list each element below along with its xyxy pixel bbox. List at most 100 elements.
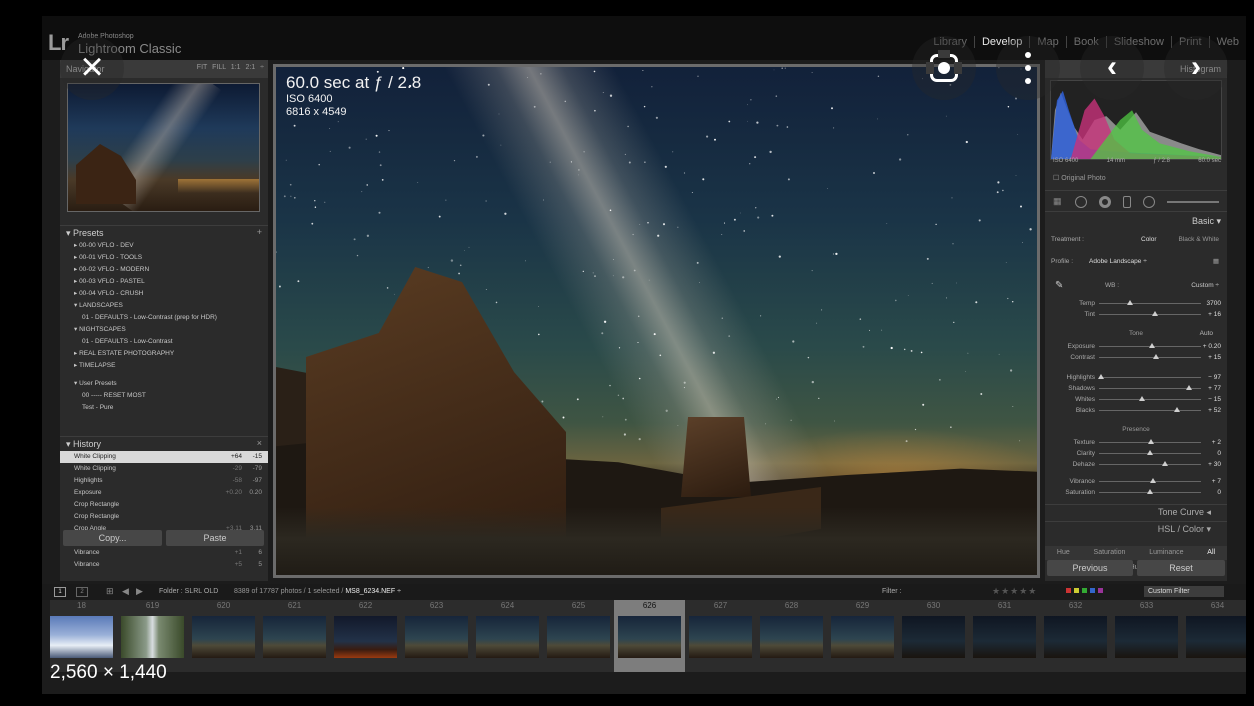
preset-folder[interactable]: ▸ 00-04 VFLO - CRUSH — [74, 288, 268, 300]
slider-whites[interactable]: Whites − 15 — [1045, 394, 1227, 405]
history-row[interactable]: White Clipping -29 -79 — [60, 463, 268, 475]
history-row[interactable]: Crop Rectangle — [60, 499, 268, 511]
slider-track[interactable] — [1099, 399, 1201, 400]
preset-folder[interactable]: ▾ NIGHTSCAPES — [74, 324, 268, 336]
history-row[interactable]: Highlights -58 -97 — [60, 475, 268, 487]
slider-knob[interactable] — [1098, 374, 1105, 379]
slider-temp[interactable]: Temp 3700 — [1045, 298, 1227, 309]
paste-button[interactable]: Paste — [166, 530, 264, 546]
graduated-filter-icon[interactable] — [1123, 196, 1131, 208]
treatment-bw[interactable]: Black & White — [1179, 234, 1219, 245]
back-arrow-icon[interactable]: ◀ — [122, 586, 129, 597]
hsl-tab-saturation[interactable]: Saturation — [1094, 546, 1126, 560]
profile-browser-icon[interactable]: ▦ — [1213, 256, 1219, 267]
slider-value[interactable]: + 15 — [1208, 352, 1221, 363]
visual-search-button[interactable] — [912, 36, 976, 100]
slider-knob[interactable] — [1138, 396, 1145, 401]
brush-slider[interactable] — [1167, 201, 1219, 203]
slider-track[interactable] — [1099, 303, 1201, 304]
slider-contrast[interactable]: Contrast + 15 — [1045, 352, 1227, 363]
slider-blacks[interactable]: Blacks + 52 — [1045, 405, 1227, 416]
history-row[interactable]: Crop Rectangle — [60, 511, 268, 523]
preset-folder[interactable]: ▸ 00-01 VFLO - TOOLS — [74, 252, 268, 264]
grid-icon[interactable]: ⊞ — [106, 586, 114, 597]
preset-folder[interactable]: ▸ 00-02 VFLO - MODERN — [74, 264, 268, 276]
profile-select[interactable]: Adobe Landscape ÷ — [1089, 256, 1147, 267]
history-header[interactable]: ▾ History × — [60, 436, 268, 451]
slider-value[interactable]: + 77 — [1208, 383, 1221, 394]
preset-folder[interactable]: ▸ TIMELAPSE — [74, 360, 268, 372]
slider-knob[interactable] — [1152, 311, 1159, 316]
preset-item[interactable]: 00 ----- RESET MOST — [74, 390, 268, 402]
next-image-button[interactable]: › — [1164, 36, 1228, 100]
clear-history-icon[interactable]: × — [257, 438, 262, 448]
spot-removal-icon[interactable] — [1075, 196, 1087, 208]
filmstrip-thumbnail[interactable]: 624 — [472, 600, 543, 672]
navigator-preview[interactable] — [67, 83, 260, 212]
slider-saturation[interactable]: Saturation 0 — [1045, 487, 1227, 498]
preset-item[interactable]: Test - Pure — [74, 402, 268, 414]
history-row[interactable]: Vibrance +1 6 — [60, 547, 268, 559]
filmstrip-thumbnail[interactable]: 621 — [259, 600, 330, 672]
treatment-color[interactable]: Color — [1141, 234, 1157, 245]
slider-value[interactable]: + 16 — [1208, 309, 1221, 320]
eyedropper-icon[interactable]: ✎ — [1055, 280, 1063, 291]
filmstrip-thumbnail[interactable]: 629 — [827, 600, 898, 672]
preset-item[interactable]: 01 - DEFAULTS - Low-Contrast (prep for H… — [74, 312, 268, 324]
folder-label[interactable]: Folder : SLRL OLD — [159, 588, 218, 595]
slider-value[interactable]: + 30 — [1208, 459, 1221, 470]
slider-track[interactable] — [1099, 314, 1201, 315]
rating-filter[interactable]: ★★★★★ — [992, 586, 1037, 597]
slider-knob[interactable] — [1173, 407, 1180, 412]
filmstrip-thumbnail[interactable]: 626 — [614, 600, 685, 672]
slider-track[interactable] — [1099, 377, 1201, 378]
hsl-tab-luminance[interactable]: Luminance — [1149, 546, 1183, 560]
slider-exposure[interactable]: Exposure + 0.20 — [1045, 341, 1227, 352]
preset-folder[interactable]: ▸ REAL ESTATE PHOTOGRAPHY — [74, 348, 268, 360]
crop-icon[interactable]: ▦ — [1053, 196, 1062, 207]
slider-value[interactable]: 3700 — [1207, 298, 1221, 309]
more-options-button[interactable] — [996, 36, 1060, 100]
slider-tint[interactable]: Tint + 16 — [1045, 309, 1227, 320]
previous-image-button[interactable]: ‹ — [1080, 36, 1144, 100]
preset-folder[interactable]: ▾ LANDSCAPES — [74, 300, 268, 312]
close-viewer-button[interactable]: × — [60, 36, 124, 100]
slider-track[interactable] — [1099, 464, 1201, 465]
slider-dehaze[interactable]: Dehaze + 30 — [1045, 459, 1227, 470]
filename-select[interactable]: MS8_6234.NEF ÷ — [345, 588, 401, 595]
add-preset-icon[interactable]: + — [257, 227, 262, 237]
basic-header[interactable]: Basic ▾ — [1192, 216, 1221, 227]
filmstrip-thumbnail[interactable]: 633 — [1111, 600, 1182, 672]
filmstrip-thumbnail[interactable]: 627 — [685, 600, 756, 672]
primary-window-button[interactable]: 1 — [54, 587, 66, 597]
filmstrip-thumbnail[interactable]: 623 — [401, 600, 472, 672]
slider-highlights[interactable]: Highlights − 97 — [1045, 372, 1227, 383]
radial-filter-icon[interactable] — [1143, 196, 1155, 208]
slider-texture[interactable]: Texture + 2 — [1045, 437, 1227, 448]
slider-value[interactable]: − 97 — [1208, 372, 1221, 383]
hsl-tab-hue[interactable]: Hue — [1057, 546, 1070, 560]
slider-shadows[interactable]: Shadows + 77 — [1045, 383, 1227, 394]
slider-knob[interactable] — [1126, 300, 1133, 305]
previous-button[interactable]: Previous — [1047, 560, 1133, 576]
slider-knob[interactable] — [1153, 354, 1160, 359]
reset-button[interactable]: Reset — [1137, 560, 1225, 576]
slider-value[interactable]: 0 — [1217, 487, 1221, 498]
filmstrip-thumbnail[interactable]: 630 — [898, 600, 969, 672]
secondary-window-button[interactable]: 2 — [76, 587, 88, 597]
custom-filter-select[interactable]: Custom Filter — [1144, 586, 1224, 597]
slider-knob[interactable] — [1148, 439, 1155, 444]
original-photo-checkbox[interactable]: ☐ Original Photo — [1053, 174, 1106, 182]
forward-arrow-icon[interactable]: ▶ — [136, 586, 143, 597]
slider-vibrance[interactable]: Vibrance + 7 — [1045, 476, 1227, 487]
color-label-filter[interactable] — [1066, 588, 1138, 595]
slider-knob[interactable] — [1147, 489, 1153, 494]
slider-knob[interactable] — [1149, 343, 1156, 348]
navigator-zoom-options[interactable]: FIT FILL 1:1 2:1 ÷ — [197, 64, 264, 71]
slider-value[interactable]: 0 — [1217, 448, 1221, 459]
hsl-header[interactable]: HSL / Color ▾ — [1045, 521, 1227, 536]
slider-track[interactable] — [1099, 357, 1201, 358]
main-photo[interactable]: 60.0 sec at ƒ / 2.8 ISO 6400 6816 x 4549 — [276, 67, 1037, 575]
slider-value[interactable]: + 7 — [1212, 476, 1221, 487]
tone-curve-header[interactable]: Tone Curve ◂ — [1045, 504, 1227, 519]
